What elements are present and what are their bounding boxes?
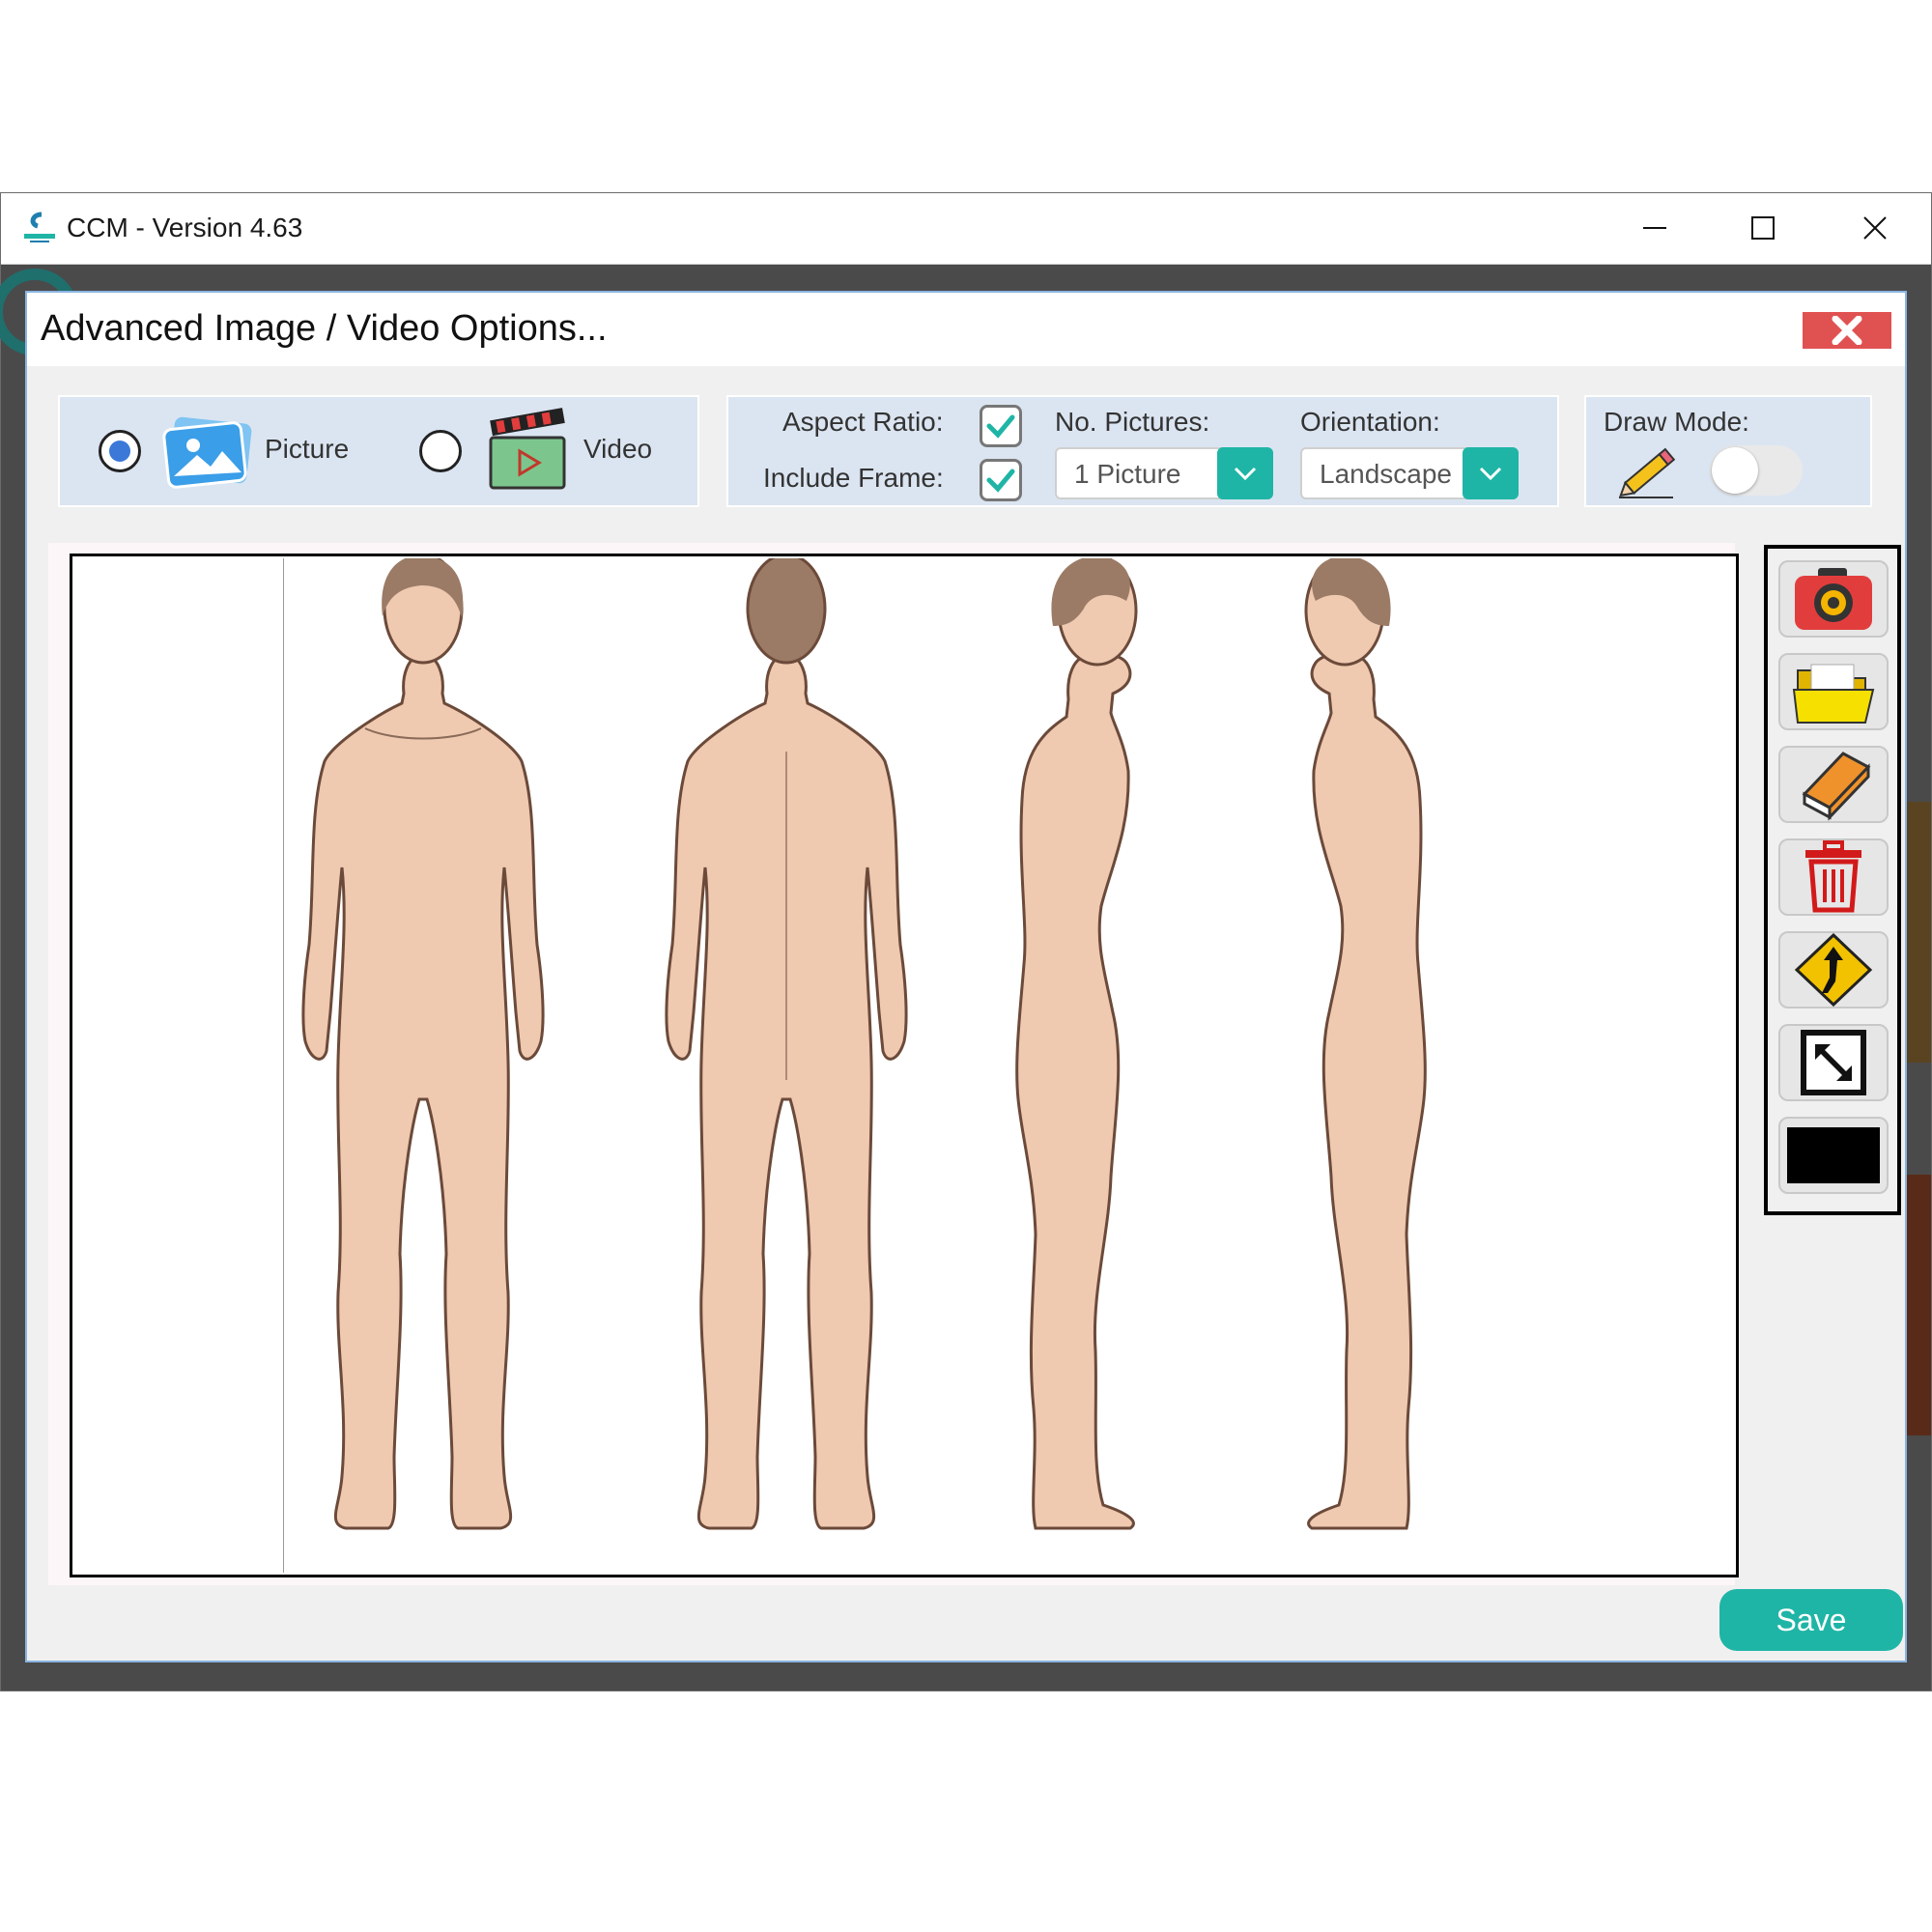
include-frame-label: Include Frame: [763, 463, 944, 493]
close-window-button[interactable] [1821, 193, 1929, 263]
color-picker-button[interactable] [1778, 1117, 1889, 1194]
toggle-knob [1712, 447, 1758, 494]
orientation-label: Orientation: [1300, 407, 1440, 437]
close-icon [1832, 316, 1862, 345]
draw-mode-label: Draw Mode: [1604, 407, 1749, 437]
merge-arrow-icon [1794, 933, 1873, 1007]
chevron-down-icon[interactable] [1463, 447, 1519, 499]
maximize-button[interactable] [1709, 193, 1817, 263]
no-pictures-select[interactable]: 1 Picture [1055, 447, 1273, 499]
open-folder-button[interactable] [1778, 653, 1889, 730]
folder-icon [1792, 664, 1875, 724]
maximize-icon [1751, 216, 1775, 240]
draw-mode-panel: Draw Mode: [1584, 395, 1872, 507]
video-radio[interactable] [419, 430, 462, 472]
window-title: CCM - Version 4.63 [67, 213, 303, 242]
title-bar: CCM - Version 4.63 [1, 193, 1931, 265]
include-frame-checkbox[interactable] [980, 459, 1022, 501]
tool-palette [1764, 545, 1901, 1215]
resize-icon [1801, 1030, 1866, 1095]
pencil-icon [1619, 447, 1676, 498]
app-logo-icon [24, 212, 55, 242]
video-label: Video [583, 434, 653, 464]
chevron-down-icon[interactable] [1217, 447, 1273, 499]
aspect-ratio-label: Aspect Ratio: [782, 407, 944, 437]
draw-mode-toggle[interactable] [1710, 445, 1803, 496]
aspect-ratio-checkbox[interactable] [980, 405, 1022, 447]
settings-panel: Aspect Ratio: Include Frame: No. Picture… [726, 395, 1559, 507]
image-canvas[interactable] [70, 553, 1739, 1577]
minimize-button[interactable] [1601, 193, 1709, 263]
picture-icon [162, 416, 252, 489]
trash-icon [1805, 840, 1861, 913]
background-strip [1906, 1175, 1931, 1435]
no-pictures-label: No. Pictures: [1055, 407, 1210, 437]
no-pictures-value: 1 Picture [1074, 459, 1181, 489]
dialog-close-button[interactable] [1803, 312, 1891, 349]
picture-radio[interactable] [99, 430, 141, 472]
checkmark-icon [986, 469, 1015, 493]
orientation-value: Landscape [1320, 459, 1453, 489]
body-diagram [283, 553, 1482, 1573]
picture-label: Picture [265, 434, 350, 464]
delete-button[interactable] [1778, 838, 1889, 916]
camera-button[interactable] [1778, 560, 1889, 638]
camera-icon [1795, 568, 1872, 630]
media-type-panel: Picture Video [58, 395, 699, 507]
dialog-header: Advanced Image / Video Options... [27, 293, 1905, 366]
advanced-options-dialog: Advanced Image / Video Options... Pictur… [25, 291, 1907, 1662]
video-icon [489, 408, 566, 490]
save-button[interactable]: Save [1719, 1589, 1903, 1651]
close-icon [1863, 216, 1887, 240]
minimize-icon [1643, 227, 1666, 229]
book-button[interactable] [1778, 746, 1889, 823]
resize-button[interactable] [1778, 1024, 1889, 1101]
background-strip [1906, 802, 1931, 1063]
orientation-select[interactable]: Landscape [1300, 447, 1519, 499]
body-map-image [301, 553, 1427, 1530]
book-icon [1802, 752, 1871, 821]
checkmark-icon [986, 414, 1015, 439]
color-swatch [1787, 1127, 1880, 1183]
dialog-title: Advanced Image / Video Options... [41, 308, 608, 349]
merge-button[interactable] [1778, 931, 1889, 1009]
